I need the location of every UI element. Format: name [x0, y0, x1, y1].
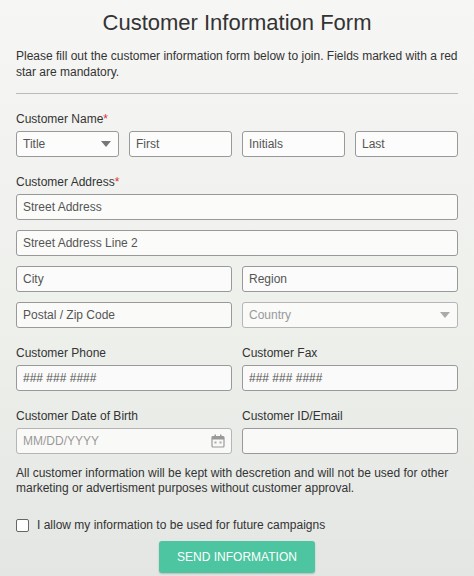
customer-information-form: Customer Information Form Please fill out… [0, 0, 474, 576]
field-group: Customer Date of Birth Customer ID/Email [16, 409, 458, 454]
field-label: Customer Date of Birth [16, 409, 232, 423]
field-row [16, 230, 458, 256]
text-field[interactable] [129, 131, 232, 157]
privacy-notice: All customer information will be kept wi… [16, 466, 458, 496]
group-label: Customer Name* [16, 112, 458, 126]
required-mark: * [115, 175, 120, 189]
select-field[interactable]: Country [242, 302, 458, 328]
group-label: Customer Address* [16, 175, 458, 189]
dropdown-arrow-icon [440, 312, 450, 318]
field-row [16, 194, 458, 220]
field-label: Customer ID/Email [242, 409, 458, 423]
text-field[interactable] [16, 302, 232, 328]
select-field[interactable]: Title [16, 131, 119, 157]
text-field[interactable] [16, 194, 458, 220]
dropdown-arrow-icon [101, 141, 111, 147]
field-label: Customer Phone [16, 346, 232, 360]
text-field[interactable] [242, 131, 345, 157]
text-field[interactable] [16, 230, 458, 256]
text-field[interactable] [355, 131, 458, 157]
field-pair: Customer Phone Customer Fax [16, 346, 458, 391]
field-row: Country [16, 302, 458, 328]
text-field[interactable] [16, 365, 232, 391]
field-group: Customer Name* Title [16, 112, 458, 157]
consent-checkbox-row[interactable]: I allow my information to be used for fu… [16, 518, 458, 532]
text-field[interactable] [242, 266, 458, 292]
text-field[interactable] [242, 365, 458, 391]
customer-form-page: Customer Information Form Please fill out… [0, 0, 474, 576]
consent-checkbox[interactable] [16, 519, 29, 532]
text-field[interactable] [16, 266, 232, 292]
field-group: Customer Address* Country [16, 175, 458, 328]
consent-label: I allow my information to be used for fu… [37, 518, 325, 532]
divider [16, 93, 458, 94]
field-row: Title [16, 131, 458, 157]
send-information-button[interactable]: SEND INFORMATION [159, 541, 315, 573]
form-title: Customer Information Form [16, 8, 458, 38]
calendar-icon[interactable] [211, 434, 225, 448]
field-pair: Customer Date of Birth Customer ID/Email [16, 409, 458, 454]
required-mark: * [103, 112, 108, 126]
text-field[interactable] [242, 428, 458, 454]
field-group: Customer Phone Customer Fax [16, 346, 458, 391]
date-field[interactable] [16, 428, 232, 454]
field-label: Customer Fax [242, 346, 458, 360]
form-intro: Please fill out the customer information… [16, 48, 458, 80]
field-row [16, 266, 458, 292]
